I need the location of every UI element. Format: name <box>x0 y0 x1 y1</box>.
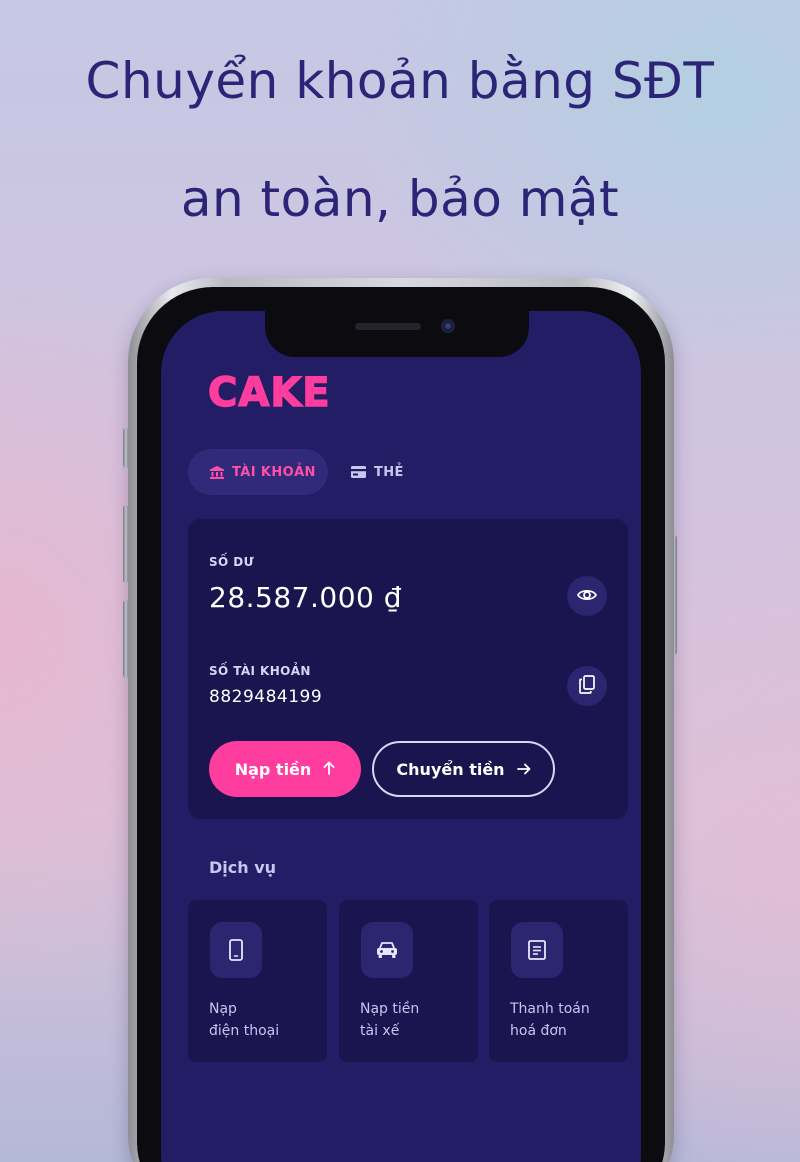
card-icon <box>351 466 366 478</box>
toggle-balance-button[interactable] <box>567 576 607 616</box>
service-bill-payment-label: Thanh toán hoá đơn <box>510 1001 590 1039</box>
deposit-label: Nạp tiền <box>234 759 312 779</box>
copy-account-button[interactable] <box>567 666 607 706</box>
service-bill-payment[interactable]: Thanh toán hoá đơn <box>489 900 628 1062</box>
car-icon <box>361 922 413 978</box>
service-phone-topup-label: Nạp điện thoại <box>209 1001 280 1039</box>
phone-notch <box>265 311 529 357</box>
account-number-label: SỐ TÀI KHOẢN <box>209 664 311 678</box>
account-number: 8829484199 <box>209 687 323 707</box>
tab-account[interactable]: TÀI KHOẢN <box>188 449 328 495</box>
bank-icon <box>210 465 224 479</box>
eye-icon <box>576 587 598 606</box>
copy-icon <box>579 674 595 698</box>
headline-line-2: an toàn, bảo mật <box>180 170 620 228</box>
headline-line-1: Chuyển khoản bằng SĐT <box>85 52 715 110</box>
balance-label: SỐ DƯ <box>209 555 255 569</box>
phone-bezel: CAKE TÀI KHOẢN THẺ SỐ DƯ 28.587.000 ₫ SỐ… <box>137 287 665 1162</box>
app-screen: CAKE TÀI KHOẢN THẺ SỐ DƯ 28.587.000 ₫ SỐ… <box>161 311 641 1162</box>
tab-account-label: TÀI KHOẢN <box>232 464 316 480</box>
balance-value: 28.587.000 ₫ <box>209 581 403 614</box>
front-camera <box>441 319 455 333</box>
phone-frame: CAKE TÀI KHOẢN THẺ SỐ DƯ 28.587.000 ₫ SỐ… <box>128 278 674 1162</box>
deposit-button[interactable]: Nạp tiền <box>209 741 361 797</box>
services-title: Dịch vụ <box>209 858 277 877</box>
transfer-button[interactable]: Chuyển tiền <box>372 741 555 797</box>
service-driver-topup[interactable]: Nạp tiền tài xế <box>339 900 478 1062</box>
tab-card[interactable]: THẺ <box>351 449 404 495</box>
bill-icon <box>511 922 563 978</box>
speaker-grille <box>355 323 421 330</box>
service-phone-topup[interactable]: Nạp điện thoại <box>188 900 327 1062</box>
service-driver-topup-label: Nạp tiền tài xế <box>360 1001 420 1039</box>
transfer-label: Chuyển tiền <box>396 759 505 779</box>
cake-logo: CAKE <box>207 370 331 416</box>
tab-card-label: THẺ <box>374 464 404 480</box>
balance-card: SỐ DƯ 28.587.000 ₫ SỐ TÀI KHOẢN 88294841… <box>188 519 628 819</box>
phone-icon <box>210 922 262 978</box>
arrow-up-icon <box>323 760 335 779</box>
arrow-right-icon <box>516 760 531 779</box>
